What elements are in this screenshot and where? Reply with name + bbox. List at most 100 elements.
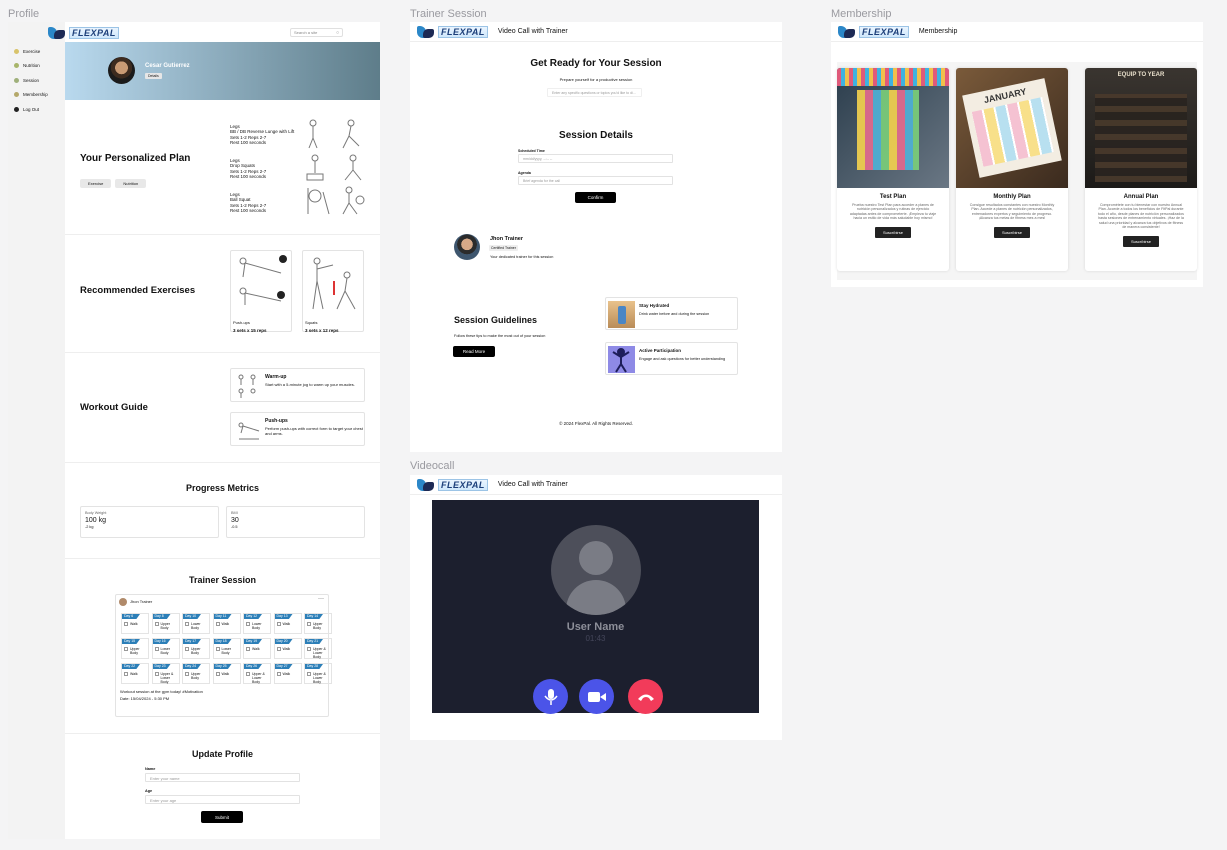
more-icon[interactable]: ··· bbox=[318, 596, 324, 602]
checkbox[interactable] bbox=[124, 622, 128, 626]
day-activity: Upper & Lower Body bbox=[252, 672, 265, 684]
phone-hangup-icon bbox=[637, 694, 654, 701]
exercise-card[interactable]: Squats 3 sets x 12 reps bbox=[302, 250, 364, 333]
checkbox[interactable] bbox=[246, 647, 250, 651]
subscribe-button[interactable]: Suscríbirse bbox=[875, 226, 911, 238]
checkbox[interactable] bbox=[276, 622, 281, 626]
subscribe-button[interactable]: Suscríbirse bbox=[994, 226, 1030, 238]
checkbox[interactable] bbox=[307, 647, 311, 651]
day-card[interactable]: Day 14 Upper Body bbox=[304, 613, 332, 634]
sidebar-item-nutrition[interactable]: Nutrition bbox=[8, 59, 65, 74]
checkbox[interactable] bbox=[276, 672, 281, 676]
day-activity: Lower Body bbox=[252, 622, 262, 630]
avatar bbox=[108, 57, 135, 84]
plan-title: Your Personalized Plan bbox=[80, 153, 191, 164]
sidebar-item-label: Session bbox=[23, 77, 40, 83]
logo[interactable]: FLEXPAL bbox=[417, 25, 488, 39]
tab-exercise[interactable]: Exercise bbox=[80, 179, 112, 188]
logo[interactable]: FLEXPAL bbox=[838, 25, 909, 39]
sidebar-item-logout[interactable]: Log Out bbox=[8, 102, 65, 117]
day-card[interactable]: Day 21 Upper & Lower Body bbox=[304, 638, 332, 659]
details-title: Session Details bbox=[559, 130, 633, 141]
day-card[interactable]: Day 17 Upper Body bbox=[182, 638, 210, 659]
checkbox[interactable] bbox=[246, 622, 250, 626]
day-card[interactable]: Day 6 Walk bbox=[121, 613, 149, 634]
checkbox[interactable] bbox=[124, 647, 128, 651]
day-card[interactable]: Day 26 Upper & Lower Body bbox=[243, 663, 271, 684]
plan-item-line: Rest 100 seconds bbox=[230, 208, 267, 214]
day-card[interactable]: Day 15 Upper Body bbox=[121, 638, 149, 659]
checkbox[interactable] bbox=[124, 672, 128, 676]
day-card[interactable]: Day 12 Lower Body bbox=[243, 613, 271, 634]
day-activity: Upper & Lower Body bbox=[160, 672, 174, 684]
day-card[interactable]: Day 22 Walk bbox=[121, 663, 149, 684]
metric-delta: -0.5 bbox=[231, 525, 238, 529]
questions-field[interactable]: Enter any specific questions or topics y… bbox=[547, 88, 642, 97]
sidebar-item-exercise[interactable]: Exercise bbox=[8, 44, 65, 59]
user-name-label: User Name bbox=[566, 621, 625, 633]
subscribe-button[interactable]: Suscríbirse bbox=[1123, 235, 1159, 247]
checkbox[interactable] bbox=[185, 647, 189, 651]
checkbox[interactable] bbox=[246, 672, 250, 676]
plan-item-line: Rest 100 seconds bbox=[230, 174, 267, 180]
day-card[interactable]: Day 11 Walk bbox=[212, 613, 241, 634]
guide-title: Workout Guide bbox=[80, 402, 148, 413]
checkbox[interactable] bbox=[154, 672, 159, 676]
day-card[interactable]: Day 13 Walk bbox=[273, 613, 302, 634]
guide-card[interactable]: Warm-up Start with a 5-minute jog to war… bbox=[230, 368, 365, 402]
day-card[interactable]: Day 27 Walk bbox=[273, 663, 302, 684]
checkbox[interactable] bbox=[185, 672, 189, 676]
checkbox[interactable] bbox=[307, 672, 311, 676]
logo[interactable]: FLEXPAL bbox=[417, 478, 488, 492]
frame-label-profile: Profile bbox=[8, 8, 40, 20]
day-card[interactable]: Day 28 Upper & Lower Body bbox=[304, 663, 332, 684]
name-label: Name bbox=[145, 767, 156, 771]
checkbox[interactable] bbox=[154, 647, 159, 651]
sidebar-item-label: Nutrition bbox=[23, 63, 40, 69]
submit-button[interactable]: Submit bbox=[201, 811, 243, 823]
agenda-field[interactable]: Brief agenda for the call bbox=[518, 176, 673, 185]
age-label: Age bbox=[145, 789, 153, 793]
day-card[interactable]: Day 8 Upper Body bbox=[151, 613, 180, 634]
frame-label-membership: Membership bbox=[831, 8, 892, 20]
sidebar-item-session[interactable]: Session bbox=[8, 73, 65, 88]
search-input[interactable]: Search a site ○ bbox=[290, 28, 343, 37]
tab-nutrition[interactable]: Nutrition bbox=[115, 179, 147, 188]
checkbox[interactable] bbox=[215, 647, 220, 651]
leaf-icon bbox=[14, 63, 19, 69]
section-divider bbox=[65, 462, 380, 463]
day-activity: Upper & Lower Body bbox=[313, 672, 326, 684]
day-activity: Walk bbox=[282, 647, 291, 651]
day-card[interactable]: Day 18 Lower Body bbox=[212, 638, 241, 659]
mic-button[interactable] bbox=[533, 679, 568, 714]
day-card[interactable]: Day 16 Lower Body bbox=[151, 638, 180, 659]
sidebar-item-membership[interactable]: Membership bbox=[8, 88, 65, 103]
checkbox[interactable] bbox=[215, 672, 220, 676]
read-more-button[interactable]: Read More bbox=[453, 346, 495, 357]
plan-card: EQUIP TO YEAR Annual Plan Comprométete c… bbox=[1085, 68, 1197, 271]
day-card[interactable]: Day 20 Walk bbox=[273, 638, 302, 659]
logo[interactable]: FLEXPAL bbox=[48, 26, 119, 40]
day-card[interactable]: Day 19 Walk bbox=[243, 638, 271, 659]
water-bottle-image bbox=[608, 301, 635, 328]
day-card[interactable]: Day 25 Walk bbox=[212, 663, 241, 684]
day-card[interactable]: Day 24 Upper Body bbox=[182, 663, 210, 684]
name-field[interactable]: Enter your name bbox=[145, 773, 300, 782]
header-bar: FLEXPAL Video Call with Trainer bbox=[410, 475, 782, 495]
day-card[interactable]: Day 23 Upper & Lower Body bbox=[151, 663, 180, 684]
age-field[interactable]: Enter your age bbox=[145, 795, 300, 804]
checkbox[interactable] bbox=[307, 622, 311, 626]
guide-card[interactable]: Push-ups Perform push-ups with correct f… bbox=[230, 412, 365, 446]
camera-button[interactable] bbox=[579, 679, 614, 714]
checkbox[interactable] bbox=[276, 647, 281, 651]
trainer-avatar bbox=[454, 234, 480, 260]
checkbox[interactable] bbox=[154, 622, 159, 626]
checkbox[interactable] bbox=[185, 622, 189, 626]
confirm-button[interactable]: Confirm bbox=[575, 192, 616, 203]
microphone-icon bbox=[543, 688, 558, 705]
checkbox[interactable] bbox=[215, 622, 220, 626]
scheduled-time-field[interactable]: mm/dd/yyyy, --:-- -- bbox=[518, 154, 673, 163]
day-card[interactable]: Day 10 Lower Body bbox=[182, 613, 210, 634]
exercise-card[interactable]: Push-ups 3 sets x 15 reps bbox=[230, 250, 292, 333]
hangup-button[interactable] bbox=[628, 679, 663, 714]
